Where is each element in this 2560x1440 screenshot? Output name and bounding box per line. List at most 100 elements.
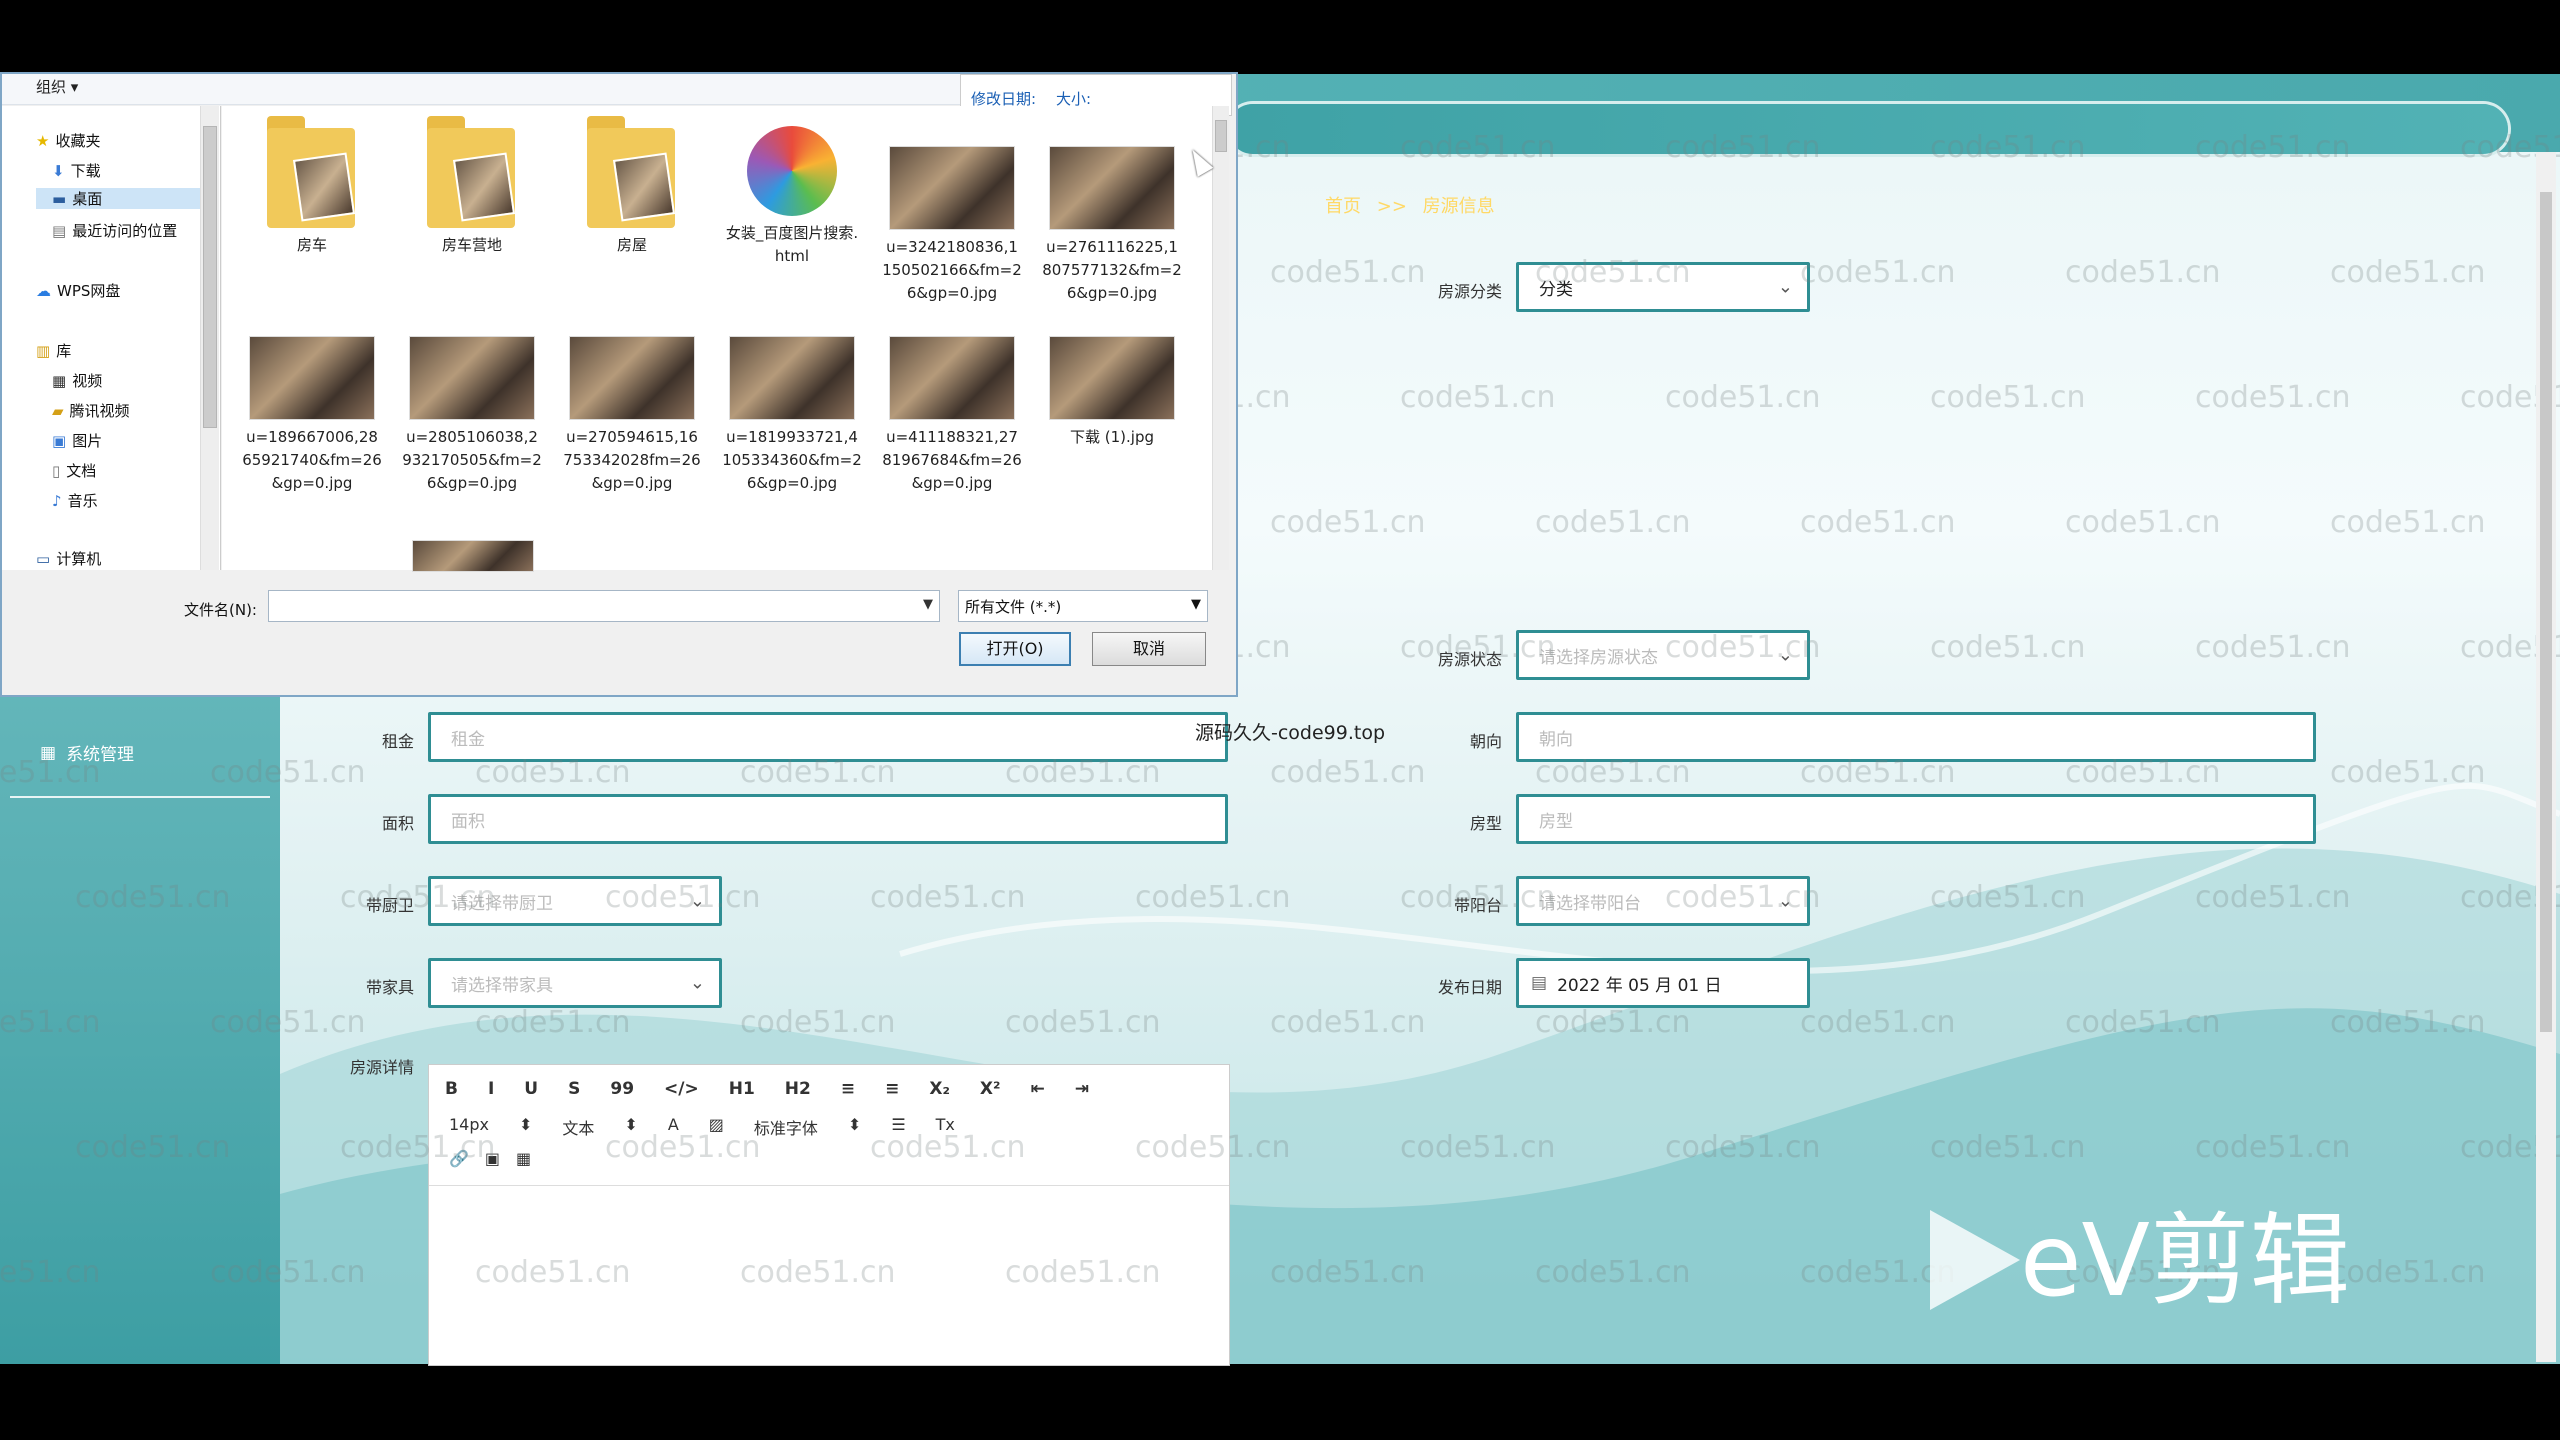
nav-pictures[interactable]: ▣ 图片 [52, 430, 102, 451]
cancel-button[interactable]: 取消 [1092, 632, 1206, 666]
background-color-icon[interactable]: ▨ [709, 1115, 724, 1139]
breadcrumb-current: 房源信息 [1422, 196, 1495, 217]
nav-scroll-thumb[interactable] [203, 126, 217, 428]
file-name: u=189667006,2865921740&fm=26&gp=0.jpg [242, 428, 382, 492]
file-scroll-thumb[interactable] [1215, 120, 1227, 152]
nav-videos[interactable]: ▦ 视频 [52, 370, 102, 391]
font-size-select[interactable]: 14px [449, 1115, 489, 1139]
status-select[interactable]: 请选择房源状态 ⌄ [1516, 630, 1810, 680]
balcony-select[interactable]: 请选择带阳台 ⌄ [1516, 876, 1810, 926]
layout-label: 房型 [1469, 814, 1502, 833]
ordered-list-icon[interactable]: ≡ [841, 1079, 855, 1099]
nav-scrollbar[interactable] [200, 106, 219, 570]
nav-recent[interactable]: ▤ 最近访问的位置 [52, 220, 177, 241]
file-item-image[interactable]: u=2805106038,2932170505&fm=26&gp=0.jpg [402, 336, 542, 495]
star-icon: ★ [36, 131, 50, 150]
nav-tencent-video[interactable]: ▰ 腾讯视频 [52, 400, 130, 421]
file-open-dialog: 组织 ▾ 修改日期: 大小: ★ 收藏夹 ⬇ 下载 ▬ 桌面 ▤ 最近访问的位置 ☁ WP… [0, 72, 1238, 697]
link-icon[interactable]: 🔗 [449, 1149, 469, 1168]
nav-music[interactable]: ♪ 音乐 [52, 490, 98, 511]
bathroom-placeholder: 请选择带厨卫 [451, 893, 553, 914]
font-family-select[interactable]: 标准字体 [754, 1115, 818, 1139]
file-item-image[interactable]: u=1819933721,4105334360&fm=26&gp=0.jpg [722, 336, 862, 495]
bathroom-select[interactable]: 请选择带厨卫 ⌄ [428, 876, 722, 926]
file-scrollbar[interactable] [1212, 106, 1229, 570]
h1-icon[interactable]: H1 [729, 1079, 755, 1099]
rent-label: 租金 [381, 732, 414, 751]
organize-menu[interactable]: 组织 ▾ [36, 76, 78, 97]
file-item-folder[interactable]: 房车营地 [402, 116, 542, 257]
category-select[interactable]: 分类 ⌄ [1516, 262, 1810, 312]
nav-favorites[interactable]: ★ 收藏夹 [36, 130, 100, 151]
computer-icon: ▭ [36, 549, 51, 568]
image-thumbnail-partial[interactable] [412, 540, 534, 572]
filename-input[interactable]: ▼ [268, 590, 940, 622]
file-name: 下载 (1).jpg [1070, 428, 1154, 446]
orientation-input[interactable]: 朝向 [1516, 712, 2316, 762]
nav-computer[interactable]: ▭ 计算机 [36, 548, 101, 569]
layout-input[interactable]: 房型 [1516, 794, 2316, 844]
chevron-updown-icon: ⬍ [624, 1115, 638, 1134]
status-placeholder: 请选择房源状态 [1539, 647, 1658, 668]
nav-library[interactable]: ▥ 库 [36, 340, 71, 361]
file-name: u=3242180836,1150502166&fm=26&gp=0.jpg [882, 238, 1022, 302]
nav-wps[interactable]: ☁ WPS网盘 [36, 280, 120, 301]
superscript-icon[interactable]: X² [980, 1079, 1001, 1099]
furniture-select[interactable]: 请选择带家具 ⌄ [428, 958, 722, 1008]
file-item-html[interactable]: 女装_百度图片搜索.html [722, 126, 862, 268]
open-button[interactable]: 打开(O) [959, 632, 1071, 666]
nav-downloads[interactable]: ⬇ 下载 [52, 160, 101, 181]
page-scroll-thumb[interactable] [2540, 192, 2552, 1032]
nav-label: 文档 [66, 462, 97, 480]
strike-icon[interactable]: S [568, 1079, 580, 1099]
file-item-image[interactable]: 下载 (1).jpg [1042, 336, 1182, 449]
outdent-icon[interactable]: ⇤ [1030, 1079, 1044, 1099]
bullet-list-icon[interactable]: ≡ [885, 1079, 899, 1099]
page-scrollbar[interactable] [2536, 152, 2556, 1362]
file-item-folder[interactable]: 房车 [242, 116, 382, 257]
nav-label: 腾讯视频 [69, 402, 130, 420]
align-icon[interactable]: ☰ [891, 1115, 905, 1139]
sidebar-item-system[interactable]: ▦ 系统管理 [40, 740, 135, 766]
file-item-folder[interactable]: 房屋 [562, 116, 702, 257]
image-icon[interactable]: ▣ [485, 1149, 500, 1168]
font-color-icon[interactable]: A [668, 1115, 679, 1139]
area-input[interactable]: 面积 [428, 794, 1228, 844]
ev-logo-icon: eV剪辑 [1930, 1202, 2350, 1319]
file-name: 房屋 [616, 236, 647, 254]
file-item-image[interactable]: u=270594615,16753342028fm=26&gp=0.jpg [562, 336, 702, 495]
subscript-icon[interactable]: X₂ [929, 1079, 950, 1099]
file-item-image[interactable]: u=411188321,2781967684&fm=26&gp=0.jpg [882, 336, 1022, 495]
text-style-select[interactable]: 文本 [562, 1115, 594, 1139]
rent-placeholder: 租金 [451, 729, 485, 750]
chevron-down-icon: ⌄ [689, 972, 705, 994]
bold-icon[interactable]: B [445, 1079, 458, 1099]
indent-icon[interactable]: ⇥ [1075, 1079, 1089, 1099]
italic-icon[interactable]: I [488, 1079, 494, 1099]
nav-documents[interactable]: ▯ 文档 [52, 460, 96, 481]
file-name: u=1819933721,4105334360&fm=26&gp=0.jpg [722, 428, 862, 492]
chevron-updown-icon: ⬍ [518, 1115, 533, 1134]
code-icon[interactable]: </> [664, 1079, 699, 1099]
clear-format-icon[interactable]: Tx [936, 1115, 955, 1139]
underline-icon[interactable]: U [524, 1079, 538, 1099]
rich-text-editor[interactable]: B I U S 99 </> H1 H2 ≡ ≡ X₂ X² ⇤ ⇥ 14px … [428, 1064, 1230, 1366]
pictures-icon: ▣ [52, 431, 67, 450]
file-item-image[interactable]: u=2761116225,1807577132&fm=26&gp=0.jpg [1042, 146, 1182, 305]
file-item-image[interactable]: u=3242180836,1150502166&fm=26&gp=0.jpg [882, 146, 1022, 305]
video-icon[interactable]: ▦ [516, 1149, 531, 1168]
quote-icon[interactable]: 99 [610, 1079, 634, 1099]
file-item-image[interactable]: u=189667006,2865921740&fm=26&gp=0.jpg [242, 336, 382, 495]
editor-divider [429, 1185, 1229, 1186]
h2-icon[interactable]: H2 [785, 1079, 811, 1099]
nav-desktop[interactable]: ▬ 桌面 [36, 188, 212, 209]
rent-input[interactable]: 租金 [428, 712, 1228, 762]
folder-icon [587, 116, 677, 228]
library-icon: ▥ [36, 341, 51, 360]
sidebar-item-label: 系统管理 [66, 745, 135, 765]
breadcrumb-home[interactable]: 首页 [1325, 196, 1361, 217]
date-picker[interactable]: ▤ 2022 年 05 月 01 日 [1516, 958, 1810, 1008]
chevron-down-icon[interactable]: ▼ [923, 597, 933, 612]
filetype-select[interactable]: 所有文件 (*.*) ▼ [958, 590, 1208, 622]
download-folder-icon: ⬇ [52, 161, 65, 180]
